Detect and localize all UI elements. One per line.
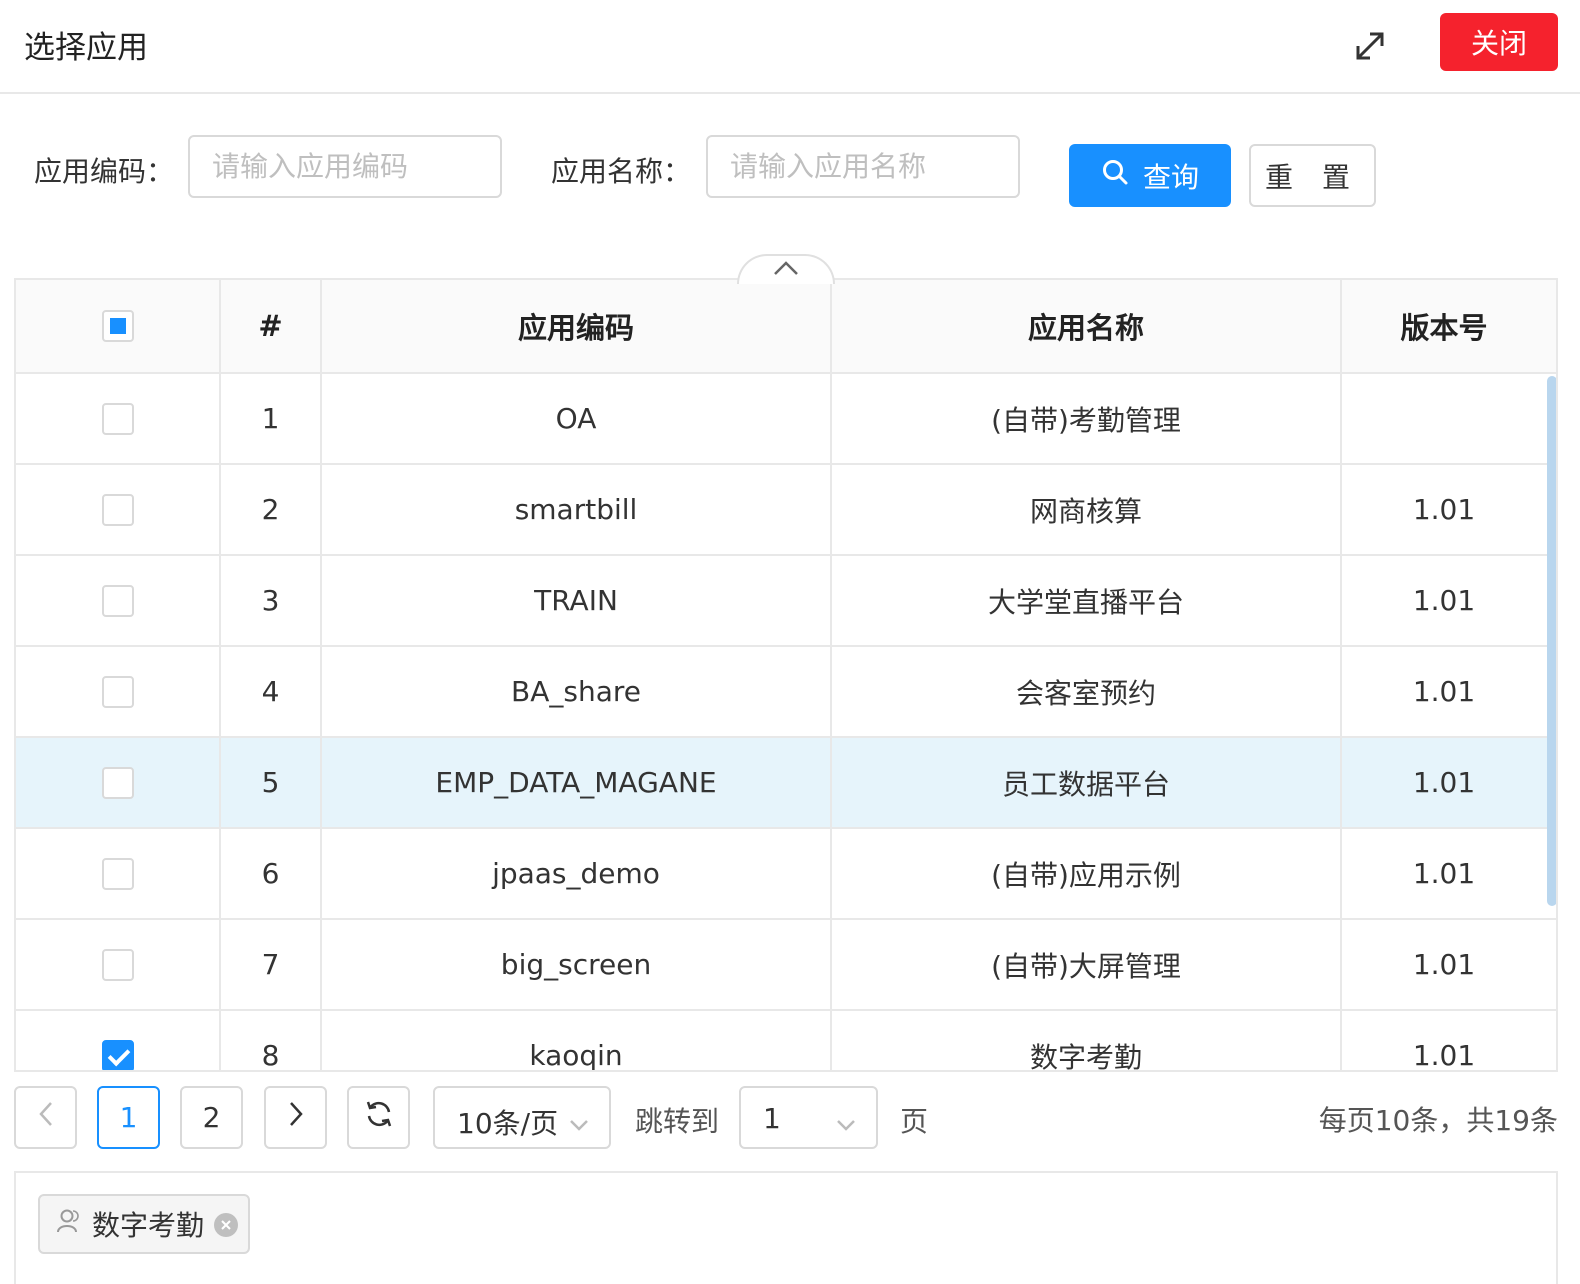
table-row[interactable]: 8 kaoqin 数字考勤 1.01 xyxy=(16,1011,1556,1072)
row-app-name: 大学堂直播平台 xyxy=(832,556,1342,645)
row-index: 3 xyxy=(221,556,322,645)
row-version: 1.01 xyxy=(1412,948,1476,981)
page-button-1[interactable]: 1 xyxy=(97,1086,160,1149)
row-version: 1.01 xyxy=(1412,857,1476,890)
row-checkbox[interactable] xyxy=(101,766,134,799)
row-checkbox[interactable] xyxy=(101,948,134,981)
expand-icon[interactable] xyxy=(1352,28,1388,64)
row-index: 2 xyxy=(221,465,322,554)
row-version xyxy=(1342,374,1546,463)
row-index: 8 xyxy=(221,1011,322,1070)
user-icon xyxy=(56,1208,82,1241)
row-version: 1.01 xyxy=(1412,766,1476,799)
row-app-code: kaoqin xyxy=(322,1011,832,1070)
row-app-code: TRAIN xyxy=(322,556,832,645)
row-app-code: smartbill xyxy=(322,465,832,554)
prev-page-button[interactable] xyxy=(14,1086,77,1149)
app-table: # 应用编码 应用名称 版本号 1 OA (自带)考勤管理 2 smartbil… xyxy=(14,278,1558,1072)
pagination-summary: 每页10条，共19条 xyxy=(1318,1104,1558,1137)
row-version: 1.01 xyxy=(1412,675,1476,708)
chevron-up-icon xyxy=(773,260,799,280)
app-name-input[interactable] xyxy=(706,135,1020,198)
row-app-code: OA xyxy=(322,374,832,463)
row-app-name: 数字考勤 xyxy=(832,1011,1342,1070)
row-app-name: 网商核算 xyxy=(832,465,1342,554)
column-header-version: 版本号 xyxy=(1400,311,1488,345)
select-all-checkbox[interactable] xyxy=(101,310,134,342)
row-version: 1.01 xyxy=(1412,1039,1476,1072)
table-row[interactable]: 2 smartbill 网商核算 1.01 xyxy=(16,465,1556,556)
row-checkbox[interactable] xyxy=(101,402,134,435)
row-checkbox[interactable] xyxy=(101,493,134,526)
table-row[interactable]: 4 BA_share 会客室预约 1.01 xyxy=(16,647,1556,738)
close-circle-icon[interactable] xyxy=(214,1213,238,1237)
table-row[interactable]: 1 OA (自带)考勤管理 xyxy=(16,374,1556,465)
app-name-label: 应用名称： xyxy=(551,155,692,188)
row-checkbox[interactable] xyxy=(101,584,134,617)
jump-page-select[interactable]: 1 xyxy=(739,1086,878,1149)
app-code-label: 应用编码： xyxy=(34,155,175,188)
column-header-app-name: 应用名称 xyxy=(832,280,1342,372)
next-page-button[interactable] xyxy=(264,1086,327,1149)
collapse-search-toggle[interactable] xyxy=(737,254,835,284)
table-scrollbar[interactable] xyxy=(1547,376,1556,906)
column-header-index: # xyxy=(221,280,322,372)
modal-title: 选择应用 xyxy=(24,30,148,66)
table-row[interactable]: 7 big_screen (自带)大屏管理 1.01 xyxy=(16,920,1556,1011)
jump-page-value: 1 xyxy=(763,1102,781,1135)
search-icon xyxy=(1101,158,1129,193)
row-index: 5 xyxy=(221,738,322,827)
row-app-name: 员工数据平台 xyxy=(832,738,1342,827)
row-version: 1.01 xyxy=(1412,493,1476,526)
selected-tag: 数字考勤 xyxy=(38,1194,250,1254)
table-row[interactable]: 3 TRAIN 大学堂直播平台 1.01 xyxy=(16,556,1556,647)
row-app-name: (自带)应用示例 xyxy=(832,829,1342,918)
refresh-button[interactable] xyxy=(347,1086,410,1149)
page-button-2[interactable]: 2 xyxy=(180,1086,243,1149)
column-header-app-code: 应用编码 xyxy=(322,280,832,372)
row-checkbox[interactable] xyxy=(101,857,134,890)
page-size-select[interactable]: 10条/页 xyxy=(433,1086,611,1149)
row-index: 4 xyxy=(221,647,322,736)
refresh-icon xyxy=(364,1099,394,1136)
table-row[interactable]: 6 jpaas_demo (自带)应用示例 1.01 xyxy=(16,829,1556,920)
row-checkbox[interactable] xyxy=(101,675,134,708)
row-app-name: 会客室预约 xyxy=(832,647,1342,736)
chevron-left-icon xyxy=(38,1101,54,1134)
row-index: 7 xyxy=(221,920,322,1009)
row-app-code: jpaas_demo xyxy=(322,829,832,918)
chevron-down-icon xyxy=(569,1106,589,1139)
row-index: 1 xyxy=(221,374,322,463)
row-app-name: (自带)大屏管理 xyxy=(832,920,1342,1009)
modal-header: 选择应用 关闭 xyxy=(0,0,1580,94)
chevron-right-icon xyxy=(288,1101,304,1134)
page-size-value: 10条/页 xyxy=(457,1107,559,1140)
reset-button[interactable]: 重 置 xyxy=(1249,144,1376,207)
row-version: 1.01 xyxy=(1412,584,1476,617)
table-row[interactable]: 5 EMP_DATA_MAGANE 员工数据平台 1.01 xyxy=(16,738,1556,829)
app-code-input[interactable] xyxy=(188,135,502,198)
selected-tag-label: 数字考勤 xyxy=(92,1209,205,1242)
jump-label: 跳转到 xyxy=(635,1105,720,1138)
row-checkbox[interactable] xyxy=(101,1039,134,1070)
row-app-code: big_screen xyxy=(322,920,832,1009)
page-suffix: 页 xyxy=(900,1105,929,1138)
query-button[interactable]: 查询 xyxy=(1069,144,1231,207)
row-app-code: BA_share xyxy=(322,647,832,736)
selected-items-area: 数字考勤 xyxy=(14,1171,1558,1284)
close-button[interactable]: 关闭 xyxy=(1440,13,1558,71)
query-button-label: 查询 xyxy=(1142,160,1199,194)
table-header-row: # 应用编码 应用名称 版本号 xyxy=(16,280,1556,374)
row-index: 6 xyxy=(221,829,322,918)
row-app-name: (自带)考勤管理 xyxy=(832,374,1342,463)
chevron-down-icon xyxy=(836,1106,856,1139)
row-app-code: EMP_DATA_MAGANE xyxy=(322,738,832,827)
